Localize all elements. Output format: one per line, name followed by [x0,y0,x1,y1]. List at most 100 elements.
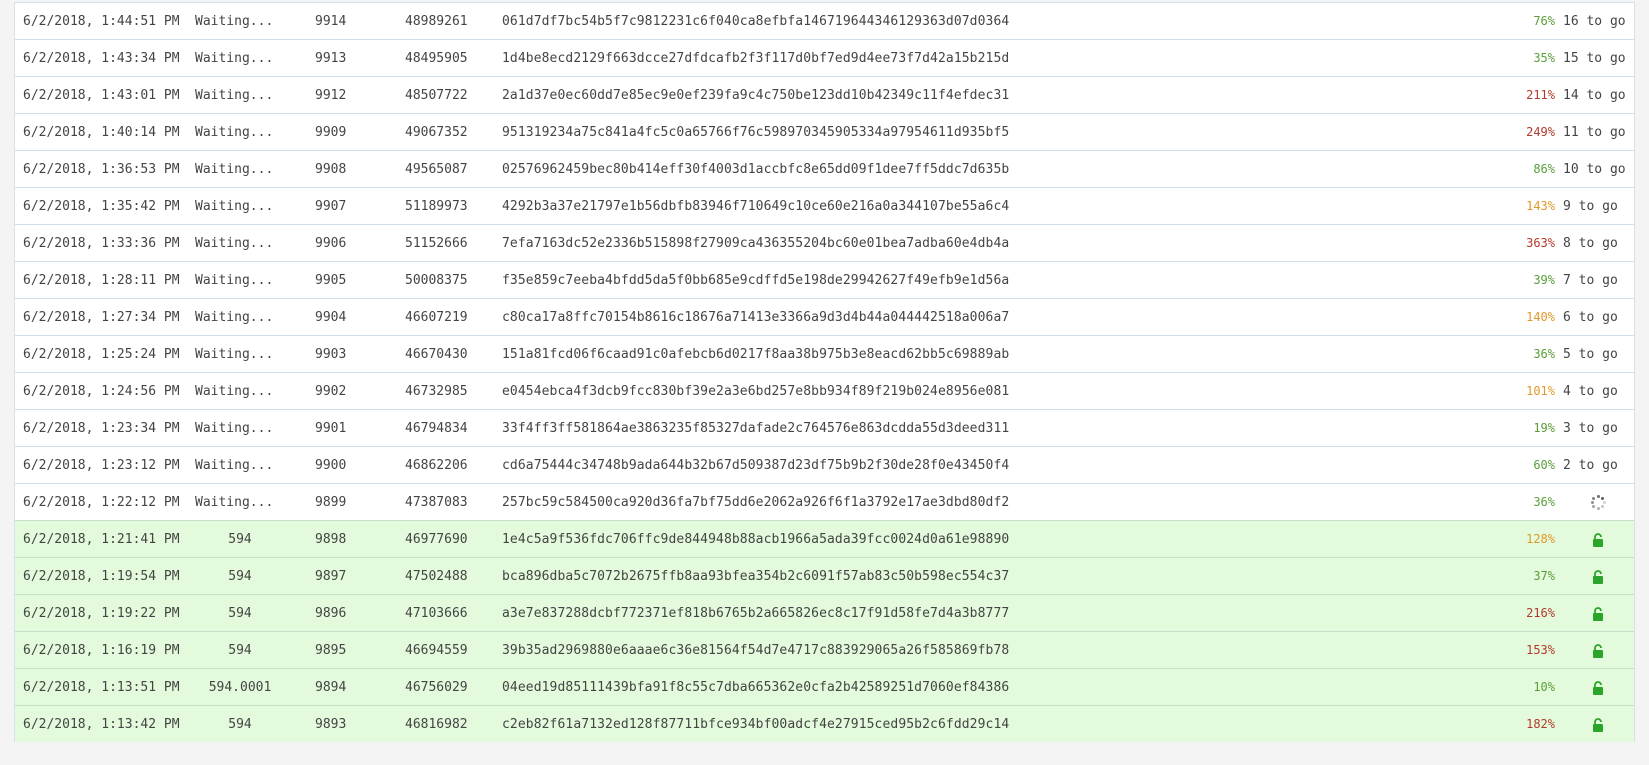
block-height-link[interactable]: 9895 [315,632,346,669]
block-height-link[interactable]: 9896 [315,595,346,632]
block-height-link[interactable]: 9909 [315,114,346,151]
block-effort: 36% [1533,347,1555,361]
block-hash-link[interactable]: c2eb82f61a7132ed128f87711bfce934bf00adcf… [502,706,1009,743]
block-time: 6/2/2018, 1:33:36 PM [23,236,180,251]
block-hash-link[interactable]: 33f4ff3ff581864ae3863235f85327dafade2c76… [502,410,1009,447]
block-status: Waiting... [195,236,274,251]
block-time: 6/2/2018, 1:23:34 PM [23,421,180,436]
block-status: 594 [228,532,252,547]
block-height-link[interactable]: 9907 [315,188,346,225]
table-row[interactable]: 6/2/2018, 1:43:34 PM Waiting... 9913 484959… [15,39,1634,76]
block-height-link[interactable]: 9900 [315,447,346,484]
block-difficulty: 46670430 [405,347,468,362]
block-hash-link[interactable]: 39b35ad2969880e6aaae6c36e81564f54d7e4717… [502,632,1009,669]
maturity-status [1563,484,1633,521]
block-hash-link[interactable]: 1d4be8ecd2129f663dcce27dfdcafb2f3f117d0b… [502,40,1009,77]
loading-spinner-icon [1590,495,1606,511]
block-hash-link[interactable]: bca896dba5c7072b2675ffb8aa93bfea354b2c60… [502,558,1009,595]
table-row[interactable]: 6/2/2018, 1:36:53 PM Waiting... 9908 495650… [15,150,1634,187]
block-height-link[interactable]: 9898 [315,521,346,558]
block-hash-link[interactable]: 1e4c5a9f536fdc706ffc9de844948b88acb1966a… [502,521,1009,558]
table-row[interactable]: 6/2/2018, 1:43:01 PM Waiting... 9912 485077… [15,76,1634,113]
block-hash-link[interactable]: 951319234a75c841a4fc5c0a65766f76c5989703… [502,114,1009,151]
block-height-link[interactable]: 9903 [315,336,346,373]
unlock-icon [1592,532,1604,547]
block-effort: 19% [1533,421,1555,435]
block-time: 6/2/2018, 1:43:34 PM [23,51,180,66]
block-height-link[interactable]: 9899 [315,484,346,521]
block-effort: 140% [1526,310,1555,324]
block-hash-link[interactable]: 7efa7163dc52e2336b515898f27909ca43635520… [502,225,1009,262]
table-row[interactable]: 6/2/2018, 1:27:34 PM Waiting... 9904 466072… [15,298,1634,335]
block-height-link[interactable]: 9894 [315,669,346,706]
block-hash-link[interactable]: 061d7df7bc54b5f7c9812231c6f040ca8efbfa14… [502,3,1009,40]
block-status: Waiting... [195,88,274,103]
block-time: 6/2/2018, 1:19:22 PM [23,606,180,621]
block-height-link[interactable]: 9908 [315,151,346,188]
block-height-link[interactable]: 9905 [315,262,346,299]
block-height-link[interactable]: 9893 [315,706,346,743]
block-hash-link[interactable]: 04eed19d85111439bfa91f8c55c7dba665362e0c… [502,669,1009,706]
block-hash-link[interactable]: 2a1d37e0ec60dd7e85ec9e0ef239fa9c4c750be1… [502,77,1009,114]
blocks-table: 6/2/2018, 1:44:51 PM Waiting... 9914 489892… [14,2,1635,742]
block-height-link[interactable]: 9914 [315,3,346,40]
table-row[interactable]: 6/2/2018, 1:16:19 PM 594 9895 46694559 39b35… [15,631,1634,668]
block-height-link[interactable]: 9901 [315,410,346,447]
block-height-link[interactable]: 9912 [315,77,346,114]
table-row[interactable]: 6/2/2018, 1:23:34 PM Waiting... 9901 467948… [15,409,1634,446]
block-hash-link[interactable]: e0454ebca4f3dcb9fcc830bf39e2a3e6bd257e8b… [502,373,1009,410]
block-time: 6/2/2018, 1:28:11 PM [23,273,180,288]
block-hash-link[interactable]: a3e7e837288dcbf772371ef818b6765b2a665826… [502,595,1009,632]
block-difficulty: 49067352 [405,125,468,140]
block-hash-link[interactable]: c80ca17a8ffc70154b8616c18676a71413e3366a… [502,299,1009,336]
block-effort: 76% [1533,14,1555,28]
blocks-to-go: 15 to go [1563,51,1626,66]
blocks-to-go: 8 to go [1563,236,1618,251]
maturity-status [1563,595,1633,632]
block-hash-link[interactable]: 4292b3a37e21797e1b56dbfb83946f710649c10c… [502,188,1009,225]
block-effort: 86% [1533,162,1555,176]
table-row[interactable]: 6/2/2018, 1:35:42 PM Waiting... 9907 511899… [15,187,1634,224]
table-row[interactable]: 6/2/2018, 1:23:12 PM Waiting... 9900 468622… [15,446,1634,483]
blocks-to-go: 5 to go [1563,347,1618,362]
table-row[interactable]: 6/2/2018, 1:22:12 PM Waiting... 9899 473870… [15,483,1634,520]
block-hash-link[interactable]: 02576962459bec80b414eff30f4003d1accbfc8e… [502,151,1009,188]
block-effort: 143% [1526,199,1555,213]
table-row[interactable]: 6/2/2018, 1:25:24 PM Waiting... 9903 466704… [15,335,1634,372]
block-status: Waiting... [195,162,274,177]
table-row[interactable]: 6/2/2018, 1:21:41 PM 594 9898 46977690 1e4c5… [15,520,1634,557]
blocks-to-go: 9 to go [1563,199,1618,214]
table-row[interactable]: 6/2/2018, 1:24:56 PM Waiting... 9902 467329… [15,372,1634,409]
table-row[interactable]: 6/2/2018, 1:44:51 PM Waiting... 9914 489892… [15,2,1634,39]
table-row[interactable]: 6/2/2018, 1:40:14 PM Waiting... 9909 490673… [15,113,1634,150]
table-row[interactable]: 6/2/2018, 1:13:51 PM 594.0001 9894 46756029… [15,668,1634,705]
block-height-link[interactable]: 9904 [315,299,346,336]
table-row[interactable]: 6/2/2018, 1:19:54 PM 594 9897 47502488 bca89… [15,557,1634,594]
table-row[interactable]: 6/2/2018, 1:19:22 PM 594 9896 47103666 a3e7e… [15,594,1634,631]
block-status: Waiting... [195,310,274,325]
block-effort: 36% [1533,495,1555,509]
table-row[interactable]: 6/2/2018, 1:33:36 PM Waiting... 9906 511526… [15,224,1634,261]
block-difficulty: 49565087 [405,162,468,177]
blocks-to-go: 16 to go [1563,14,1626,29]
table-row[interactable]: 6/2/2018, 1:13:42 PM 594 9893 46816982 c2eb8… [15,705,1634,742]
block-time: 6/2/2018, 1:19:54 PM [23,569,180,584]
block-height-link[interactable]: 9902 [315,373,346,410]
block-height-link[interactable]: 9913 [315,40,346,77]
block-height-link[interactable]: 9897 [315,558,346,595]
block-hash-link[interactable]: 151a81fcd06f6caad91c0afebcb6d0217f8aa38b… [502,336,1009,373]
block-difficulty: 46694559 [405,643,468,658]
block-time: 6/2/2018, 1:40:14 PM [23,125,180,140]
block-difficulty: 46794834 [405,421,468,436]
block-status: 594 [228,643,252,658]
block-hash-link[interactable]: f35e859c7eeba4bfdd5da5f0bb685e9cdffd5e19… [502,262,1009,299]
block-status: Waiting... [195,421,274,436]
block-height-link[interactable]: 9906 [315,225,346,262]
block-hash-link[interactable]: cd6a75444c34748b9ada644b32b67d509387d23d… [502,447,1009,484]
block-difficulty: 51189973 [405,199,468,214]
block-hash-link[interactable]: 257bc59c584500ca920d36fa7bf75dd6e2062a92… [502,484,1009,521]
table-row[interactable]: 6/2/2018, 1:28:11 PM Waiting... 9905 500083… [15,261,1634,298]
block-status: Waiting... [195,125,274,140]
block-time: 6/2/2018, 1:21:41 PM [23,532,180,547]
block-status: Waiting... [195,458,274,473]
